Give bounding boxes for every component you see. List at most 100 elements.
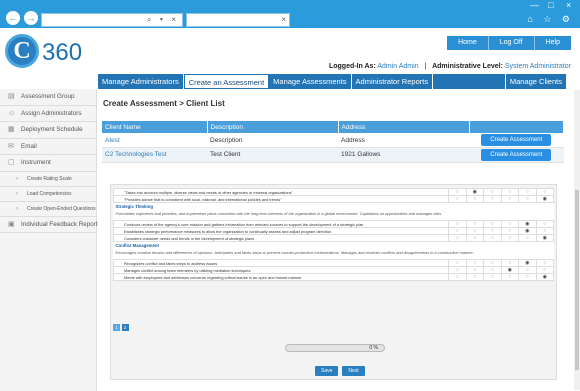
browser-tab[interactable]: × bbox=[186, 13, 290, 27]
rating-radio[interactable]: ◉ bbox=[465, 188, 484, 196]
rating-radio[interactable]: ○ bbox=[465, 227, 484, 235]
rating-radio[interactable]: ○ bbox=[448, 195, 467, 203]
rating-radio[interactable]: ○ bbox=[500, 220, 519, 228]
rating-radio[interactable]: ○ bbox=[483, 259, 502, 267]
rating-radio[interactable]: ◉ bbox=[518, 220, 537, 228]
client-name-link[interactable]: Atest bbox=[102, 133, 207, 148]
address-bar[interactable]: ⌕ ▾ × bbox=[41, 13, 183, 27]
question-text: Considers customer needs and trends in t… bbox=[113, 234, 449, 242]
rating-radio[interactable]: ○ bbox=[465, 266, 484, 274]
rating-radio[interactable]: ○ bbox=[483, 220, 502, 228]
rating-radio[interactable]: ◉ bbox=[535, 195, 554, 203]
forward-icon[interactable]: → bbox=[24, 11, 38, 25]
rating-radio[interactable]: ◉ bbox=[535, 234, 554, 242]
rating-radio[interactable]: ○ bbox=[518, 234, 537, 242]
rating-radio[interactable]: ○ bbox=[483, 266, 502, 274]
create-assessment-button[interactable]: Create Assessment bbox=[481, 134, 552, 146]
sidebar-item[interactable]: ▦ Deployment Schedule bbox=[0, 122, 96, 139]
menu-administrator-reports[interactable]: Administrator Reports bbox=[352, 74, 434, 89]
rating-radio[interactable]: ○ bbox=[535, 259, 554, 267]
close-tab-icon[interactable]: × bbox=[281, 15, 286, 24]
rating-radio[interactable]: ○ bbox=[535, 220, 554, 228]
save-button[interactable]: Save bbox=[315, 366, 339, 376]
menu-manage-administrators[interactable]: Manage Administrators bbox=[98, 74, 184, 89]
logoff-link[interactable]: Log Off bbox=[489, 36, 535, 50]
rating-radio[interactable]: ○ bbox=[448, 220, 467, 228]
rating-radio[interactable]: ○ bbox=[483, 195, 502, 203]
rating-radio[interactable]: ○ bbox=[465, 220, 484, 228]
competency-description: Formulates objectives and priorities, an… bbox=[114, 210, 554, 221]
sidebar-item-icon: ▣ bbox=[8, 220, 15, 228]
rating-radio[interactable]: ○ bbox=[535, 227, 554, 235]
scrollbar[interactable] bbox=[574, 90, 580, 390]
logged-in-label: Logged-In As: bbox=[328, 63, 376, 70]
page-button[interactable]: 1 bbox=[113, 324, 120, 331]
rating-radio[interactable]: ○ bbox=[448, 227, 467, 235]
browser-toolbar-icons[interactable]: ⌂ ☆ ⚙ bbox=[527, 14, 574, 25]
back-icon[interactable]: ← bbox=[6, 11, 20, 25]
sidebar-item[interactable]: ✉ Email bbox=[0, 139, 96, 155]
rating-radio[interactable]: ◉ bbox=[518, 227, 537, 235]
sidebar-item[interactable]: ▤ Assessment Group bbox=[0, 89, 96, 106]
rating-radio[interactable]: ○ bbox=[483, 188, 502, 196]
sidebar-item-label: Individual Feedback Report bbox=[21, 220, 98, 228]
rating-radio[interactable]: ○ bbox=[465, 259, 484, 267]
sidebar-item-icon: ▢ bbox=[8, 159, 15, 166]
rating-radio[interactable]: ○ bbox=[518, 273, 537, 281]
competency-title: Strategic Thinking bbox=[113, 202, 554, 210]
logo-icon: C bbox=[5, 34, 39, 68]
rating-radio[interactable]: ○ bbox=[500, 195, 519, 203]
rating-radio[interactable]: ○ bbox=[518, 188, 537, 196]
rating-radio[interactable]: ○ bbox=[465, 273, 484, 281]
rating-radio[interactable]: ○ bbox=[483, 234, 502, 242]
rating-radio[interactable]: ○ bbox=[518, 195, 537, 203]
question-text: Manages conflict among team members by u… bbox=[113, 266, 449, 274]
menu-create-assessment[interactable]: Create an Assessment bbox=[183, 74, 270, 89]
sidebar-item[interactable]: ▣ Individual Feedback Report bbox=[0, 217, 98, 233]
rating-radio[interactable]: ○ bbox=[465, 195, 484, 203]
rating-radio[interactable]: ○ bbox=[483, 273, 502, 281]
sidebar-item[interactable]: › Create Rating Scale bbox=[0, 172, 96, 187]
client-name-link[interactable]: C2 Technologies Test bbox=[102, 147, 207, 163]
menu-manage-clients[interactable]: Manage Clients bbox=[506, 74, 566, 89]
sidebar-item[interactable]: › Load Competencies bbox=[0, 187, 96, 202]
rating-radio[interactable]: ◉ bbox=[518, 259, 537, 267]
maximize-icon[interactable]: □ bbox=[548, 0, 553, 10]
sidebar-item[interactable]: › Create Open-Ended Questions bbox=[0, 202, 96, 217]
rating-radio[interactable]: ○ bbox=[448, 259, 467, 267]
scrollbar-thumb[interactable] bbox=[575, 190, 579, 370]
rating-radio[interactable]: ○ bbox=[500, 227, 519, 235]
rating-radio[interactable]: ◉ bbox=[500, 266, 519, 274]
create-assessment-button[interactable]: Create Assessment bbox=[481, 148, 552, 161]
help-link[interactable]: Help bbox=[535, 36, 571, 50]
sidebar-item[interactable]: ▢ Instrument bbox=[0, 155, 96, 172]
question-row: Considers customer needs and trends in t… bbox=[113, 234, 554, 242]
rating-radio[interactable]: ○ bbox=[518, 266, 537, 274]
client-address: Address bbox=[338, 133, 469, 148]
close-window-icon[interactable]: × bbox=[566, 0, 571, 10]
rating-radio[interactable]: ○ bbox=[500, 273, 519, 281]
next-button[interactable]: Next bbox=[342, 366, 365, 376]
rating-radio[interactable]: ○ bbox=[448, 266, 467, 274]
rating-radio[interactable]: ◉ bbox=[535, 273, 554, 281]
pagination: 1 2 bbox=[113, 324, 130, 331]
rating-radio[interactable]: ○ bbox=[483, 227, 502, 235]
home-link[interactable]: Home bbox=[447, 36, 489, 50]
question-row: Manages conflict among team members by u… bbox=[113, 266, 554, 274]
rating-radio[interactable]: ○ bbox=[465, 234, 484, 242]
rating-radio[interactable]: ○ bbox=[448, 273, 467, 281]
rating-radio[interactable]: ○ bbox=[448, 188, 467, 196]
rating-radio[interactable]: ○ bbox=[500, 234, 519, 242]
competency-description-text: Formulates objectives and priorities, an… bbox=[115, 211, 443, 217]
col-description: Description bbox=[207, 121, 339, 133]
page-button[interactable]: 2 bbox=[121, 324, 129, 331]
rating-radio[interactable]: ○ bbox=[535, 188, 554, 196]
sidebar-item[interactable]: ☺ Assign Administrators bbox=[0, 106, 96, 122]
rating-radio[interactable]: ○ bbox=[448, 234, 467, 242]
rating-radio[interactable]: ○ bbox=[500, 188, 519, 196]
rating-radio[interactable]: ○ bbox=[500, 259, 519, 267]
minimize-icon[interactable]: — bbox=[530, 0, 539, 10]
menu-manage-assessments[interactable]: Manage Assessments bbox=[269, 74, 352, 89]
rating-radio[interactable]: ○ bbox=[535, 266, 554, 274]
address-bar-icons[interactable]: ⌕ ▾ × bbox=[147, 15, 179, 25]
